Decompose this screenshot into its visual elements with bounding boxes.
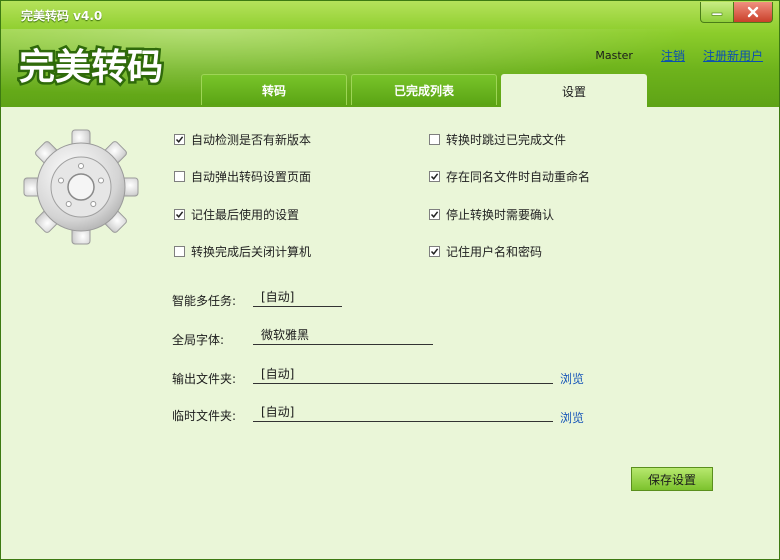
temp-folder-label: 临时文件夹: (172, 409, 237, 423)
option-auto-popup-settings[interactable]: 自动弹出转码设置页面 (174, 168, 311, 185)
option-label: 自动检测是否有新版本 (191, 133, 312, 147)
font-field[interactable]: 微软雅黑 (253, 327, 433, 345)
close-button[interactable] (734, 2, 773, 23)
temp-folder-field[interactable]: [自动] (253, 404, 553, 422)
header-bar: 完美转码 v4.0 完美转码 Master 注销 注册新用户 转码 已完成列表 … (1, 1, 779, 107)
option-shutdown-after-done[interactable]: 转换完成后关闭计算机 (174, 243, 311, 260)
option-auto-check-update[interactable]: 自动检测是否有新版本 (174, 131, 311, 148)
window-controls (700, 2, 773, 23)
tab-settings[interactable]: 设置 (501, 74, 647, 107)
username: Master (595, 49, 633, 62)
option-label: 记住最后使用的设置 (191, 208, 300, 222)
checkbox[interactable] (174, 171, 185, 182)
checkbox[interactable] (174, 209, 185, 220)
option-remember-credentials[interactable]: 记住用户名和密码 (429, 243, 542, 260)
app-logo: 完美转码 (17, 45, 166, 90)
check-icon (430, 248, 439, 255)
option-auto-rename[interactable]: 存在同名文件时自动重命名 (429, 168, 590, 185)
checkbox[interactable] (429, 134, 440, 145)
minimize-icon (711, 12, 723, 16)
svg-text:完美转码: 完美转码 (19, 47, 163, 88)
output-folder-field[interactable]: [自动] (253, 366, 553, 384)
close-icon (747, 6, 759, 18)
option-label: 存在同名文件时自动重命名 (446, 170, 591, 184)
checkbox[interactable] (429, 171, 440, 182)
option-label: 记住用户名和密码 (446, 245, 543, 259)
check-icon (175, 136, 184, 143)
gear-icon (23, 129, 139, 245)
minimize-button[interactable] (700, 2, 734, 23)
register-link[interactable]: 注册新用户 (703, 47, 763, 64)
app-window: 完美转码 v4.0 完美转码 Master 注销 注册新用户 转码 已完成列表 … (0, 0, 780, 560)
output-browse-link[interactable]: 浏览 (560, 370, 584, 387)
multitask-field[interactable]: [自动] (253, 289, 342, 307)
tab-bar: 转码 已完成列表 设置 (201, 74, 651, 107)
checkbox[interactable] (429, 246, 440, 257)
user-area: Master 注销 注册新用户 (595, 47, 763, 64)
checkbox[interactable] (174, 134, 185, 145)
option-skip-completed[interactable]: 转换时跳过已完成文件 (429, 131, 566, 148)
output-folder-label: 输出文件夹: (172, 372, 237, 386)
temp-browse-link[interactable]: 浏览 (560, 409, 584, 426)
option-confirm-stop[interactable]: 停止转换时需要确认 (429, 206, 554, 223)
option-label: 转换时跳过已完成文件 (446, 133, 567, 147)
option-label: 转换完成后关闭计算机 (191, 245, 312, 259)
checkbox[interactable] (174, 246, 185, 257)
window-title: 完美转码 v4.0 (21, 9, 103, 23)
check-icon (430, 173, 439, 180)
option-label: 停止转换时需要确认 (446, 208, 555, 222)
logout-link[interactable]: 注销 (661, 47, 685, 64)
save-settings-button[interactable]: 保存设置 (631, 467, 713, 491)
tab-transcode[interactable]: 转码 (201, 74, 347, 105)
option-remember-last-settings[interactable]: 记住最后使用的设置 (174, 206, 299, 223)
check-icon (175, 211, 184, 218)
multitask-label: 智能多任务: (172, 294, 237, 308)
option-label: 自动弹出转码设置页面 (191, 170, 312, 184)
check-icon (430, 211, 439, 218)
tab-completed-list[interactable]: 已完成列表 (351, 74, 497, 105)
settings-panel: 自动检测是否有新版本 自动弹出转码设置页面 记住最后使用的设置 转换完成后关闭计… (1, 107, 779, 559)
font-label: 全局字体: (172, 333, 225, 347)
checkbox[interactable] (429, 209, 440, 220)
